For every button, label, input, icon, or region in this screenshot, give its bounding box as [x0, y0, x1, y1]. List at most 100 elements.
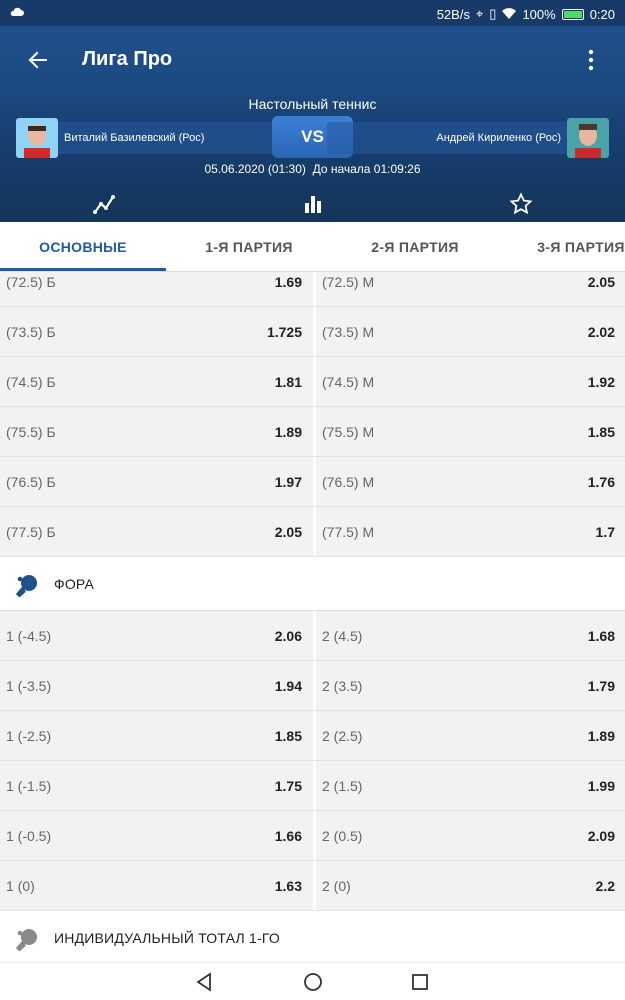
player1-name: Виталий Базилевский (Рос) [58, 122, 298, 154]
outcome-name: (77.5) М [322, 524, 375, 540]
outcome-name: (75.5) М [322, 424, 375, 440]
odds-value: 1.66 [274, 828, 302, 844]
odds-value: 1.69 [274, 274, 302, 290]
outcome-name: 1 (-0.5) [6, 828, 52, 844]
odds-cell[interactable]: 2 (3.5) 1.79 [313, 661, 621, 710]
odds-cell[interactable]: 2 (0) 2.2 [313, 861, 621, 910]
odds-value: 1.79 [587, 678, 615, 694]
outcome-name: 1 (-1.5) [6, 778, 52, 794]
sport-name: Настольный теннис [248, 96, 377, 112]
odds-list: (72.5) Б 1.69 (72.5) М 2.05 (73.5) Б 1.725 … [0, 272, 625, 962]
cloud-icon [10, 5, 24, 20]
page-title: Лига Про [82, 48, 173, 70]
odds-cell[interactable]: 1 (-2.5) 1.85 [0, 711, 308, 760]
tab-set-1[interactable]: 1-Я ПАРТИЯ [166, 222, 332, 272]
tab-main[interactable]: ОСНОВНЫЕ [0, 222, 166, 272]
odds-row: (76.5) Б 1.97 (76.5) М 1.76 [0, 457, 625, 507]
odds-cell[interactable]: 1 (-3.5) 1.94 [0, 661, 308, 710]
outcome-name: 1 (-3.5) [6, 678, 52, 694]
table-tennis-icon [15, 927, 40, 952]
odds-value: 2.05 [274, 524, 302, 540]
outcome-name: (76.5) М [322, 474, 375, 490]
outcome-name: 1 (-2.5) [6, 728, 52, 744]
odds-cell[interactable]: (72.5) Б 1.69 [0, 272, 308, 306]
app-bar: Лига Про [0, 26, 625, 90]
outcome-name: (73.5) Б [6, 324, 56, 340]
odds-row: 1 (0) 1.63 2 (0) 2.2 [0, 861, 625, 911]
odds-row: 1 (-3.5) 1.94 2 (3.5) 1.79 [0, 661, 625, 711]
section-header-fora[interactable]: ФОРА [0, 557, 625, 611]
odds-value: 1.81 [274, 374, 302, 390]
match-header: Лига Про Настольный теннис Виталий Базил… [0, 26, 625, 222]
countdown: До начала 01:09:26 [312, 162, 421, 176]
star-icon[interactable] [509, 192, 533, 216]
odds-value: 1.7 [595, 524, 615, 540]
outcome-name: (75.5) Б [6, 424, 56, 440]
odds-cell[interactable]: (76.5) Б 1.97 [0, 457, 308, 506]
vibrate-icon: ▯ [489, 6, 497, 21]
odds-cell[interactable]: 2 (0.5) 2.09 [313, 811, 621, 860]
section-title: ФОРА [54, 576, 95, 592]
odds-value: 1.97 [274, 474, 302, 490]
odds-cell[interactable]: 2 (4.5) 1.68 [313, 611, 621, 660]
odds-value: 1.99 [587, 778, 615, 794]
table-tennis-icon [15, 573, 40, 598]
odds-cell[interactable]: 1 (-4.5) 2.06 [0, 611, 308, 660]
odds-cell[interactable]: (74.5) М 1.92 [313, 357, 621, 406]
active-tab-indicator [0, 268, 166, 271]
odds-cell[interactable]: 2 (2.5) 1.89 [313, 711, 621, 760]
odds-row: (77.5) Б 2.05 (77.5) М 1.7 [0, 507, 625, 557]
teams-bar: Виталий Базилевский (Рос) VS Андрей Кири… [16, 116, 609, 158]
odds-cell[interactable]: 1 (-1.5) 1.75 [0, 761, 308, 810]
clock: 0:20 [589, 6, 615, 22]
odds-cell[interactable]: (75.5) М 1.85 [313, 407, 621, 456]
odds-cell[interactable]: (75.5) Б 1.89 [0, 407, 308, 456]
status-bar: 52B/s ⌖ ▯ 100% 0:20 [0, 0, 625, 26]
tab-set-3[interactable]: 3-Я ПАРТИЯ [498, 222, 625, 272]
odds-row: (75.5) Б 1.89 (75.5) М 1.85 [0, 407, 625, 457]
back-icon[interactable] [24, 46, 52, 74]
tab-set-2[interactable]: 2-Я ПАРТИЯ [332, 222, 498, 272]
odds-value: 1.75 [274, 778, 302, 794]
odds-row: (73.5) Б 1.725 (73.5) М 2.02 [0, 307, 625, 357]
odds-row: (72.5) Б 1.69 (72.5) М 2.05 [0, 272, 625, 307]
section-title: ИНДИВИДУАЛЬНЫЙ ТОТАЛ 1-ГО [54, 930, 280, 946]
odds-cell[interactable]: 1 (0) 1.63 [0, 861, 308, 910]
odds-row: (74.5) Б 1.81 (74.5) М 1.92 [0, 357, 625, 407]
odds-value: 1.725 [266, 324, 302, 340]
outcome-name: (77.5) Б [6, 524, 56, 540]
nav-back-icon[interactable] [194, 971, 216, 993]
more-icon[interactable] [581, 46, 601, 74]
odds-cell[interactable]: (77.5) Б 2.05 [0, 507, 308, 556]
network-speed: 52B/s [436, 6, 470, 22]
odds-value: 1.85 [274, 728, 302, 744]
outcome-name: 2 (2.5) [322, 728, 363, 744]
odds-cell[interactable]: (76.5) М 1.76 [313, 457, 621, 506]
bar-chart-icon[interactable] [301, 192, 325, 216]
outcome-name: (72.5) М [322, 274, 375, 290]
odds-cell[interactable]: (73.5) М 2.02 [313, 307, 621, 356]
battery-percent: 100% [522, 6, 556, 22]
odds-cell[interactable]: 1 (-0.5) 1.66 [0, 811, 308, 860]
odds-cell[interactable]: (77.5) М 1.7 [313, 507, 621, 556]
location-icon: ⌖ [475, 6, 484, 21]
odds-row: 1 (-0.5) 1.66 2 (0.5) 2.09 [0, 811, 625, 861]
outcome-name: 1 (-4.5) [6, 628, 52, 644]
match-date: 05.06.2020 (01:30) До начала 01:09:26 [0, 162, 625, 176]
odds-cell[interactable]: (73.5) Б 1.725 [0, 307, 308, 356]
odds-cell[interactable]: 2 (1.5) 1.99 [313, 761, 621, 810]
nav-recents-icon[interactable] [409, 971, 431, 993]
odds-cell[interactable]: (72.5) М 2.05 [313, 272, 621, 306]
odds-row: 1 (-2.5) 1.85 2 (2.5) 1.89 [0, 711, 625, 761]
match-datetime: 05.06.2020 (01:30) [204, 162, 306, 176]
odds-row: 1 (-1.5) 1.75 2 (1.5) 1.99 [0, 761, 625, 811]
odds-cell[interactable]: (74.5) Б 1.81 [0, 357, 308, 406]
system-nav-bar [0, 962, 625, 1000]
stats-line-icon[interactable] [92, 192, 116, 216]
header-icons [0, 192, 625, 218]
odds-value: 1.92 [587, 374, 615, 390]
odds-value: 1.63 [274, 878, 302, 894]
outcome-name: (76.5) Б [6, 474, 56, 490]
section-header-individual-total[interactable]: ИНДИВИДУАЛЬНЫЙ ТОТАЛ 1-ГО [0, 911, 625, 962]
nav-home-icon[interactable] [302, 971, 324, 993]
